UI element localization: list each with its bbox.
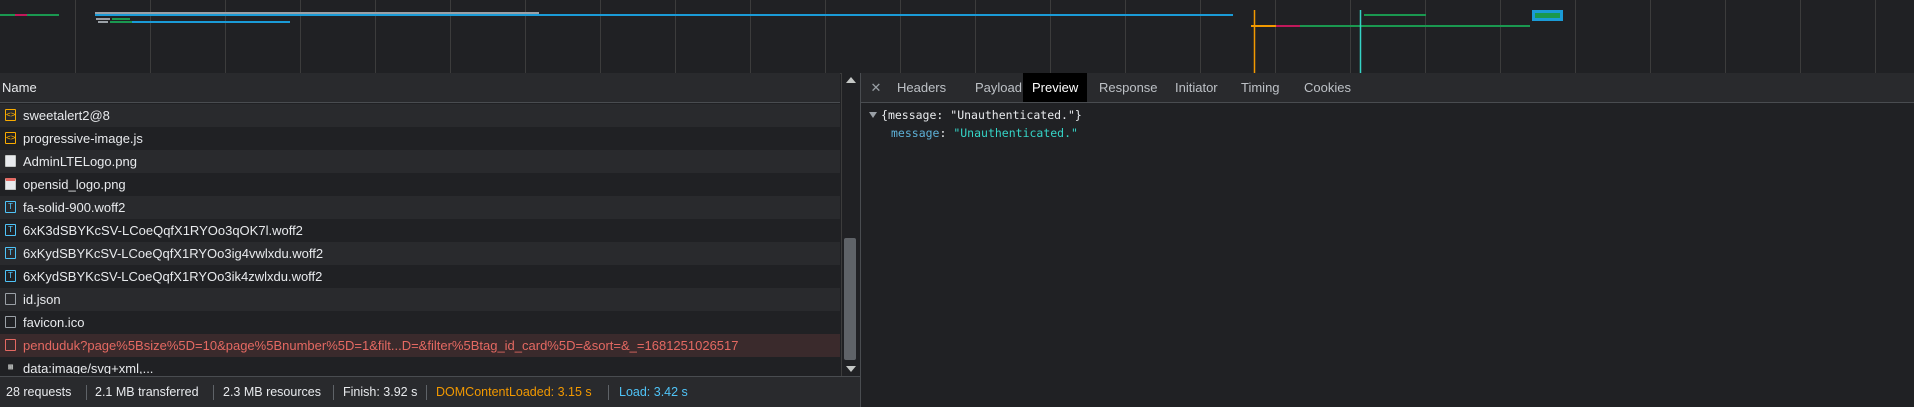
request-name: fa-solid-900.woff2 bbox=[23, 200, 126, 215]
request-row[interactable]: <> sweetalert2@8 bbox=[0, 104, 840, 127]
tab-preview[interactable]: Preview bbox=[1023, 73, 1088, 102]
request-row[interactable]: T 6xK3dSBYKcSV-LCoeQqfX1RYOo3qOK7l.woff2 bbox=[0, 219, 840, 242]
request-name: id.json bbox=[23, 292, 61, 307]
request-row[interactable]: <> progressive-image.js bbox=[0, 127, 840, 150]
json-summary-key: message bbox=[887, 108, 937, 122]
request-row[interactable]: T fa-solid-900.woff2 bbox=[0, 196, 840, 219]
request-name: AdminLTELogo.png bbox=[23, 154, 137, 169]
expand-triangle-icon[interactable] bbox=[869, 112, 877, 118]
waterfall-chart bbox=[0, 0, 1876, 73]
request-row[interactable]: T 6xKydSBYKcSV-LCoeQqfX1RYOo3ik4zwlxdu.w… bbox=[0, 265, 840, 288]
json-key: message bbox=[891, 126, 940, 140]
request-name: progressive-image.js bbox=[23, 131, 143, 146]
request-name: favicon.ico bbox=[23, 315, 85, 330]
document-file-icon bbox=[5, 316, 16, 328]
document-file-icon bbox=[5, 339, 16, 351]
document-file-icon bbox=[5, 293, 16, 305]
dom-content-loaded-time: DOMContentLoaded: 3.15 s bbox=[436, 385, 592, 399]
json-root-summary[interactable]: {message: "Unauthenticated."} bbox=[869, 108, 1082, 122]
request-row[interactable]: ▩ data:image/svg+xml,... bbox=[0, 357, 840, 374]
request-row[interactable]: T 6xKydSBYKcSV-LCoeQqfX1RYOo3ig4vwlxdu.w… bbox=[0, 242, 840, 265]
network-summary-bar: 28 requests 2.1 MB transferred 2.3 MB re… bbox=[0, 376, 860, 407]
request-name: opensid_logo.png bbox=[23, 177, 126, 192]
image-file-icon bbox=[5, 155, 16, 167]
request-name: sweetalert2@8 bbox=[23, 108, 110, 123]
transferred-size: 2.1 MB transferred bbox=[95, 385, 199, 399]
json-summary-value: "Unauthenticated." bbox=[950, 108, 1075, 122]
request-rows: <> sweetalert2@8 <> progressive-image.js… bbox=[0, 104, 840, 374]
resources-size: 2.3 MB resources bbox=[223, 385, 321, 399]
svg-data-icon: ▩ bbox=[8, 362, 13, 371]
tab-response[interactable]: Response bbox=[1090, 73, 1167, 102]
font-file-icon: T bbox=[5, 270, 16, 282]
request-details-pane: ✕ Headers Payload Preview Response Initi… bbox=[860, 73, 1914, 407]
tab-initiator[interactable]: Initiator bbox=[1166, 73, 1227, 102]
close-icon[interactable]: ✕ bbox=[868, 80, 884, 96]
tab-headers[interactable]: Headers bbox=[888, 73, 955, 102]
status-divider bbox=[213, 385, 214, 400]
scroll-up-arrow-icon[interactable] bbox=[846, 77, 856, 83]
request-name: 6xK3dSBYKcSV-LCoeQqfX1RYOo3qOK7l.woff2 bbox=[23, 223, 303, 238]
script-file-icon: <> bbox=[5, 132, 16, 144]
request-row[interactable]: AdminLTELogo.png bbox=[0, 150, 840, 173]
tab-payload[interactable]: Payload bbox=[966, 73, 1031, 102]
request-row[interactable]: id.json bbox=[0, 288, 840, 311]
font-file-icon: T bbox=[5, 201, 16, 213]
status-divider bbox=[426, 385, 427, 400]
json-property[interactable]: message: "Unauthenticated." bbox=[891, 126, 1078, 140]
json-string-value: "Unauthenticated." bbox=[953, 126, 1078, 140]
status-divider bbox=[86, 385, 87, 400]
tab-cookies[interactable]: Cookies bbox=[1295, 73, 1360, 102]
name-column-label: Name bbox=[2, 80, 37, 95]
script-file-icon: <> bbox=[5, 109, 16, 121]
status-divider bbox=[333, 385, 334, 400]
font-file-icon: T bbox=[5, 247, 16, 259]
scrollbar-thumb[interactable] bbox=[844, 238, 856, 360]
image-file-icon bbox=[5, 178, 16, 190]
font-file-icon: T bbox=[5, 224, 16, 236]
request-name: data:image/svg+xml,... bbox=[23, 361, 154, 374]
waterfall-overview[interactable] bbox=[0, 0, 1914, 74]
scroll-down-arrow-icon[interactable] bbox=[846, 366, 856, 372]
tab-timing[interactable]: Timing bbox=[1232, 73, 1289, 102]
request-list-pane: Name <> sweetalert2@8 <> progressive-ima… bbox=[0, 73, 861, 407]
request-row[interactable]: opensid_logo.png bbox=[0, 173, 840, 196]
request-row-error[interactable]: penduduk?page%5Bsize%5D=10&page%5Bnumber… bbox=[0, 334, 840, 357]
request-list-scrollbar[interactable] bbox=[841, 73, 861, 376]
load-time: Load: 3.42 s bbox=[619, 385, 688, 399]
status-divider bbox=[608, 385, 609, 400]
request-row[interactable]: favicon.ico bbox=[0, 311, 840, 334]
request-name: 6xKydSBYKcSV-LCoeQqfX1RYOo3ik4zwlxdu.wof… bbox=[23, 269, 323, 284]
details-tabbar: ✕ Headers Payload Preview Response Initi… bbox=[861, 73, 1914, 103]
request-name: 6xKydSBYKcSV-LCoeQqfX1RYOo3ig4vwlxdu.wof… bbox=[23, 246, 324, 261]
finish-time: Finish: 3.92 s bbox=[343, 385, 418, 399]
requests-count: 28 requests bbox=[6, 385, 72, 399]
request-name: penduduk?page%5Bsize%5D=10&page%5Bnumber… bbox=[23, 338, 739, 353]
name-column-header[interactable]: Name bbox=[0, 73, 840, 103]
